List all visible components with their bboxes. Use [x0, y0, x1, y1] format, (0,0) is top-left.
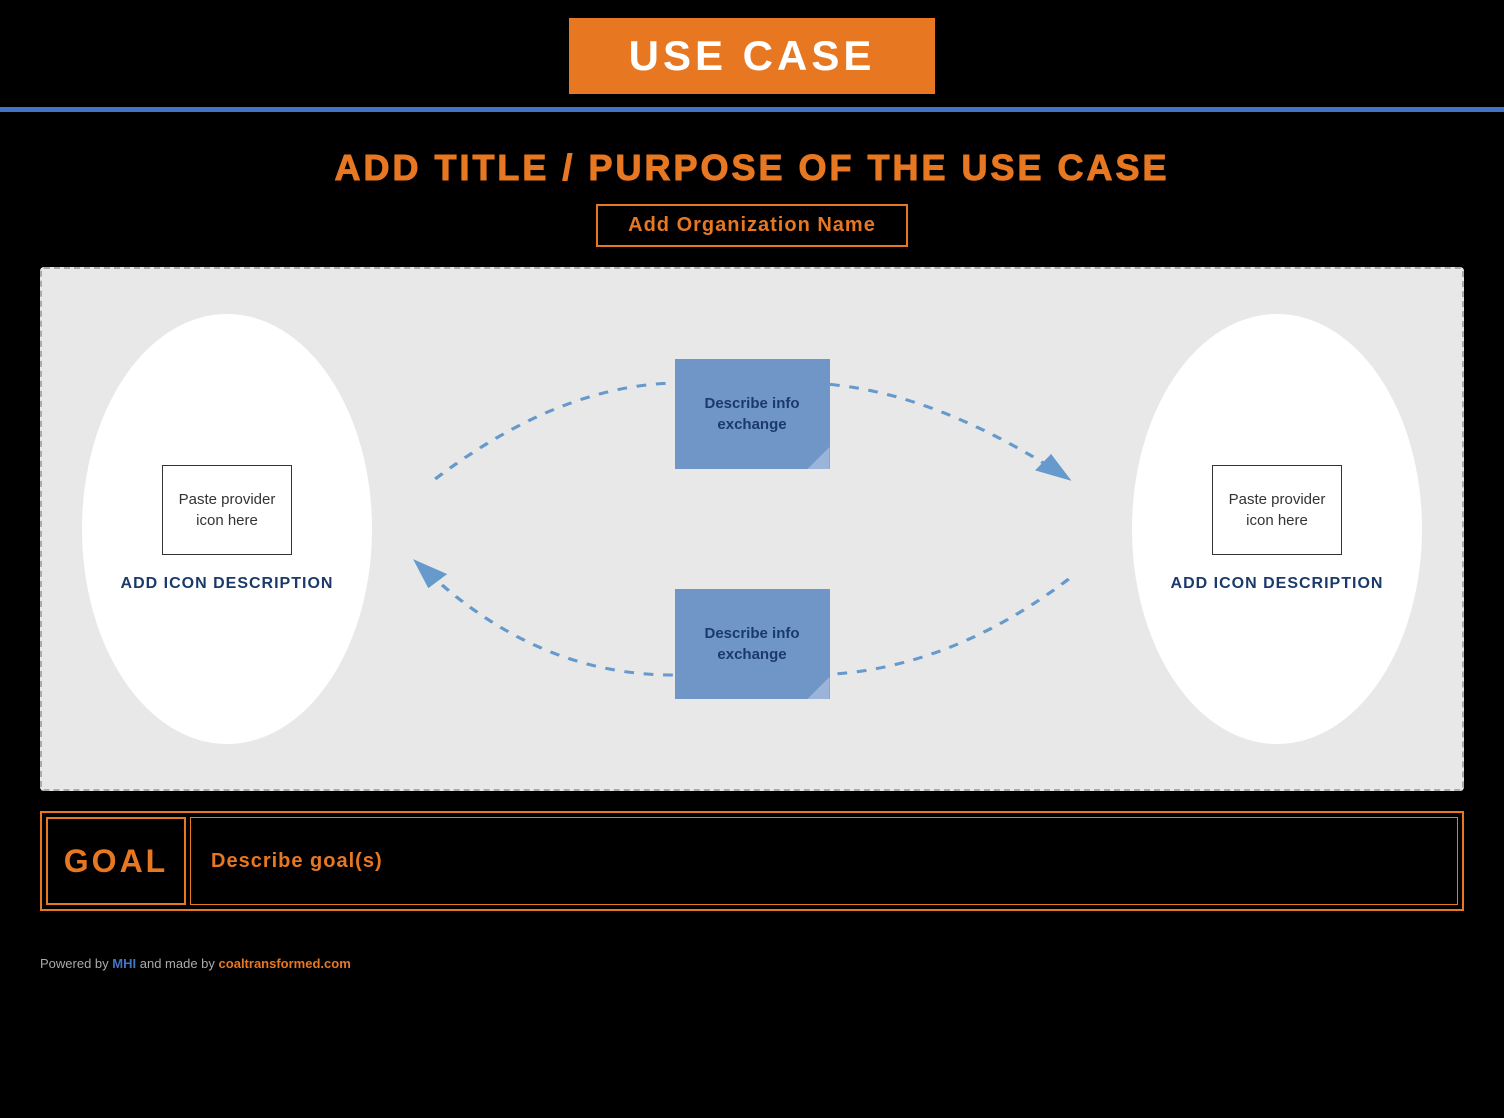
org-name-wrapper: Add Organization Name — [40, 204, 1464, 247]
separator-line — [0, 107, 1504, 112]
right-provider-icon-box[interactable]: Paste provider icon here — [1212, 465, 1342, 555]
title-section: ADD TITLE / PURPOSE OF THE USE CASE — [40, 147, 1464, 189]
main-content: ADD TITLE / PURPOSE OF THE USE CASE Add … — [0, 117, 1504, 951]
bottom-note-text: Describe info exchange — [687, 623, 818, 665]
footer-powered: Powered by — [40, 956, 109, 971]
footer-brand2: coaltransformed.com — [219, 956, 351, 971]
diagram-container: Paste provider icon here ADD ICON DESCRI… — [40, 267, 1464, 791]
middle-section: Describe info exchange Describe info exc… — [372, 299, 1132, 759]
top-note-text: Describe info exchange — [687, 393, 818, 435]
use-case-badge: USE CASE — [569, 18, 936, 94]
right-provider-circle: Paste provider icon here ADD ICON DESCRI… — [1132, 314, 1422, 744]
footer-brand1: MHI — [112, 956, 136, 971]
goal-content[interactable]: Describe goal(s) — [190, 817, 1458, 905]
header: USE CASE — [0, 0, 1504, 104]
left-provider-label: ADD ICON DESCRIPTION — [121, 575, 334, 593]
left-provider-icon-box[interactable]: Paste provider icon here — [162, 465, 292, 555]
goal-describe: Describe goal(s) — [211, 850, 383, 873]
org-name-box[interactable]: Add Organization Name — [596, 204, 908, 247]
footer: Powered by MHI and made by coaltransform… — [0, 951, 1504, 976]
separator — [0, 107, 1504, 117]
goal-label: GOAL — [64, 843, 168, 880]
right-provider-icon-label: Paste provider icon here — [1213, 489, 1341, 531]
footer-connector: and made by — [140, 956, 215, 971]
bottom-sticky-note: Describe info exchange — [675, 589, 830, 699]
left-provider-icon-label: Paste provider icon here — [163, 489, 291, 531]
footer-text: Powered by MHI and made by coaltransform… — [40, 956, 351, 971]
diagram-inner: Paste provider icon here ADD ICON DESCRI… — [82, 299, 1422, 759]
right-provider-label: ADD ICON DESCRIPTION — [1171, 575, 1384, 593]
main-title: ADD TITLE / PURPOSE OF THE USE CASE — [40, 147, 1464, 189]
goal-section: GOAL Describe goal(s) — [40, 811, 1464, 911]
goal-label-box: GOAL — [46, 817, 186, 905]
left-provider-circle: Paste provider icon here ADD ICON DESCRI… — [82, 314, 372, 744]
top-sticky-note: Describe info exchange — [675, 359, 830, 469]
